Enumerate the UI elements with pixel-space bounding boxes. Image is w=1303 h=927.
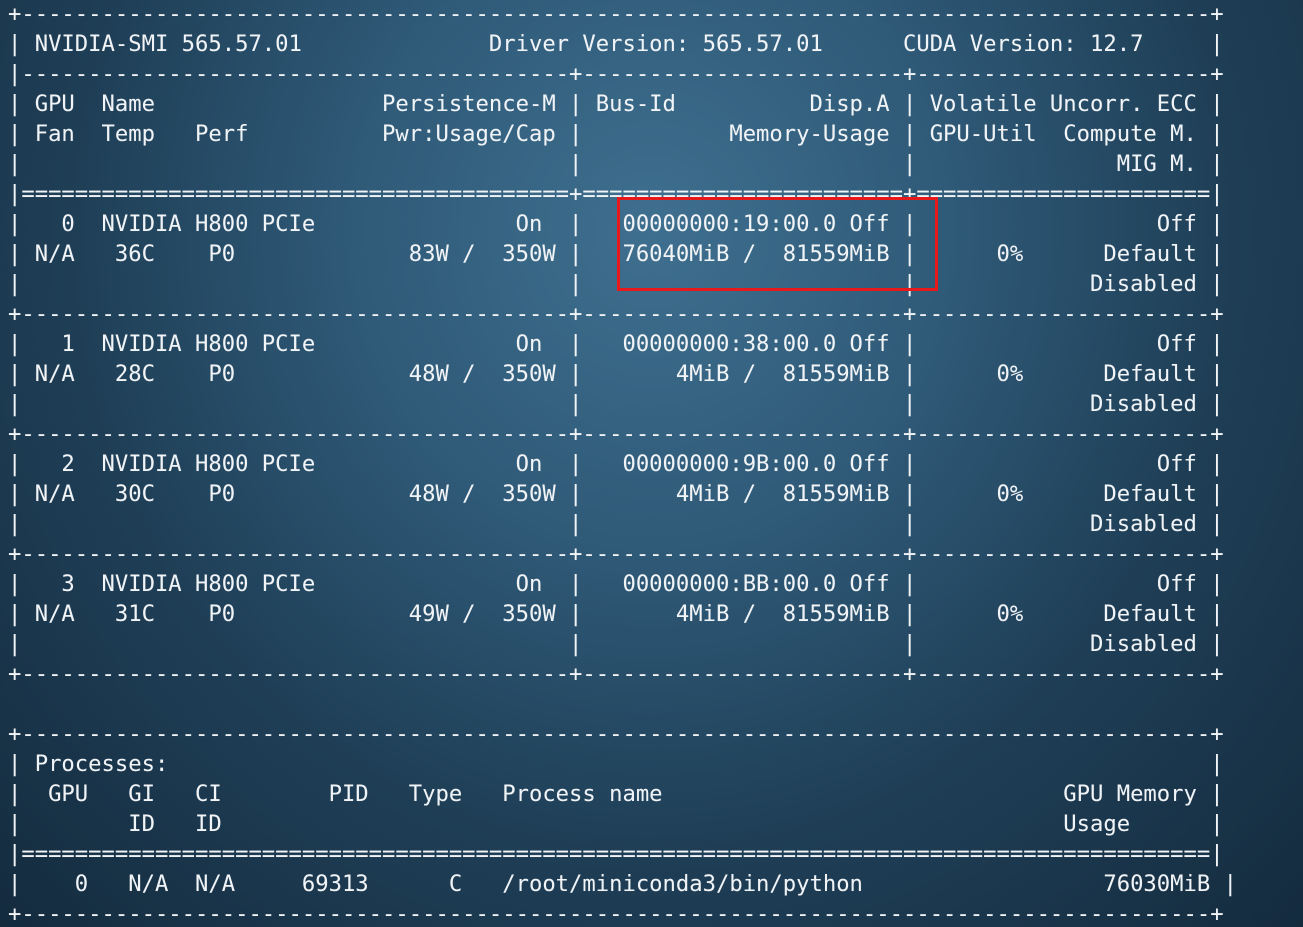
table-border-bottom: +---------------------------------------…	[8, 661, 1224, 687]
column-header-row-3: | | | MIG M. |	[8, 151, 1224, 177]
processes-border-bottom: +---------------------------------------…	[8, 901, 1224, 927]
gpu-divider: +---------------------------------------…	[8, 541, 1224, 567]
gpu-3-row-3: | | | Disabled |	[8, 631, 1224, 657]
gpu-divider: +---------------------------------------…	[8, 301, 1224, 327]
processes-title: | Processes: |	[8, 751, 1224, 777]
process-row: | 0 N/A N/A 69313 C /root/miniconda3/bin…	[8, 871, 1237, 897]
gpu-3-row-2: | N/A 31C P0 49W / 350W | 4MiB / 81559Mi…	[8, 601, 1224, 627]
gpu-2-row-1: | 2 NVIDIA H800 PCIe On | 00000000:9B:00…	[8, 451, 1224, 477]
gpu-1-row-3: | | | Disabled |	[8, 391, 1224, 417]
gpu-2-row-2: | N/A 30C P0 48W / 350W | 4MiB / 81559Mi…	[8, 481, 1224, 507]
processes-header-row-2: | ID ID Usage |	[8, 811, 1224, 837]
processes-header-row-1: | GPU GI CI PID Type Process name GPU Me…	[8, 781, 1224, 807]
gpu-3-row-1: | 3 NVIDIA H800 PCIe On | 00000000:BB:00…	[8, 571, 1224, 597]
gpu-divider: +---------------------------------------…	[8, 421, 1224, 447]
processes-separator: |=======================================…	[8, 841, 1224, 867]
column-header-row-2: | Fan Temp Perf Pwr:Usage/Cap | Memory-U…	[8, 121, 1224, 147]
column-header-row-1: | GPU Name Persistence-M | Bus-Id Disp.A…	[8, 91, 1224, 117]
table-divider: |---------------------------------------…	[8, 61, 1224, 87]
header-separator: |=======================================…	[8, 181, 1224, 207]
processes-border-top: +---------------------------------------…	[8, 721, 1224, 747]
gpu-2-row-3: | | | Disabled |	[8, 511, 1224, 537]
table-border-top: +---------------------------------------…	[8, 1, 1224, 27]
nvidia-smi-output: +---------------------------------------…	[8, 0, 1237, 927]
header-versions-row: | NVIDIA-SMI 565.57.01 Driver Version: 5…	[8, 31, 1224, 57]
gpu-0-row-3: | | | Disabled |	[8, 271, 1224, 297]
gpu-1-row-2: | N/A 28C P0 48W / 350W | 4MiB / 81559Mi…	[8, 361, 1224, 387]
gpu-1-row-1: | 1 NVIDIA H800 PCIe On | 00000000:38:00…	[8, 331, 1224, 357]
gpu-0-row-2: | N/A 36C P0 83W / 350W | 76040MiB / 815…	[8, 241, 1224, 267]
gpu-0-row-1: | 0 NVIDIA H800 PCIe On | 00000000:19:00…	[8, 211, 1224, 237]
